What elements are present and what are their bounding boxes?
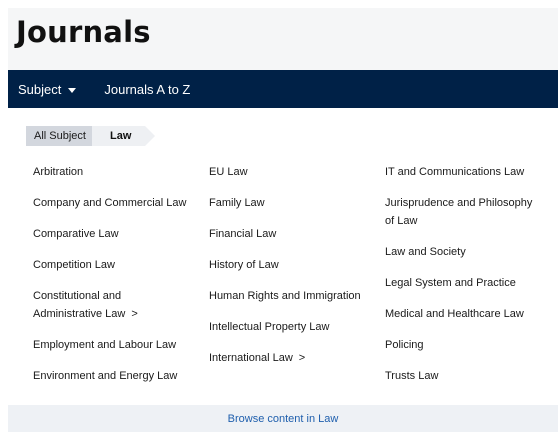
subject-link-constitutional-administrative[interactable]: Constitutional and Administrative Law > [33, 287, 183, 323]
subject-link-eu[interactable]: EU Law [209, 163, 374, 181]
subject-column-2: EU Law Family Law Financial Law History … [209, 163, 374, 380]
subject-column-1: Arbitration Company and Commercial Law C… [33, 163, 203, 398]
subject-link-trusts[interactable]: Trusts Law [385, 367, 550, 385]
journals-a-to-z-link[interactable]: Journals A to Z [104, 82, 190, 97]
subject-link-international[interactable]: International Law > [209, 349, 374, 367]
subject-link-medical-healthcare[interactable]: Medical and Healthcare Law [385, 305, 550, 323]
browse-content-link[interactable]: Browse content in Law [228, 413, 339, 425]
subject-link-family[interactable]: Family Law [209, 194, 374, 212]
page-header: Journals [8, 8, 558, 70]
subject-link-intellectual-property[interactable]: Intellectual Property Law [209, 318, 374, 336]
subject-link-arbitration[interactable]: Arbitration [33, 163, 203, 181]
caret-down-icon [68, 87, 77, 93]
subject-link-employment-labour[interactable]: Employment and Labour Law [33, 336, 203, 354]
subject-label: Subject [18, 81, 62, 97]
subject-link-legal-system[interactable]: Legal System and Practice [385, 274, 550, 292]
subject-link-jurisprudence[interactable]: Jurisprudence and Philosophy of Law [385, 194, 543, 230]
subject-link-human-rights[interactable]: Human Rights and Immigration [209, 287, 374, 305]
subject-link-competition[interactable]: Competition Law [33, 256, 203, 274]
subject-link-comparative[interactable]: Comparative Law [33, 225, 203, 243]
chevron-right-icon: > [131, 308, 138, 320]
breadcrumb-all-subject[interactable]: All Subject [26, 126, 102, 146]
browse-bar: Browse content in Law [8, 405, 558, 432]
subject-link-company-commercial[interactable]: Company and Commercial Law [33, 194, 203, 212]
top-nav: Subject Journals A to Z [8, 70, 558, 108]
subject-dropdown[interactable]: Subject [18, 81, 77, 97]
subject-link-policing[interactable]: Policing [385, 336, 550, 354]
page-title: Journals [16, 15, 151, 49]
breadcrumb-current-law: Law [91, 126, 156, 146]
chevron-right-icon: > [298, 352, 306, 364]
subject-link-environment-energy[interactable]: Environment and Energy Law [33, 367, 203, 385]
subject-link-it-communications[interactable]: IT and Communications Law [385, 163, 550, 181]
subject-column-3: IT and Communications Law Jurisprudence … [385, 163, 550, 398]
subject-link-financial[interactable]: Financial Law [209, 225, 374, 243]
subject-link-law-society[interactable]: Law and Society [385, 243, 550, 261]
subject-link-history[interactable]: History of Law [209, 256, 374, 274]
breadcrumb: All Subject Law [26, 126, 156, 146]
